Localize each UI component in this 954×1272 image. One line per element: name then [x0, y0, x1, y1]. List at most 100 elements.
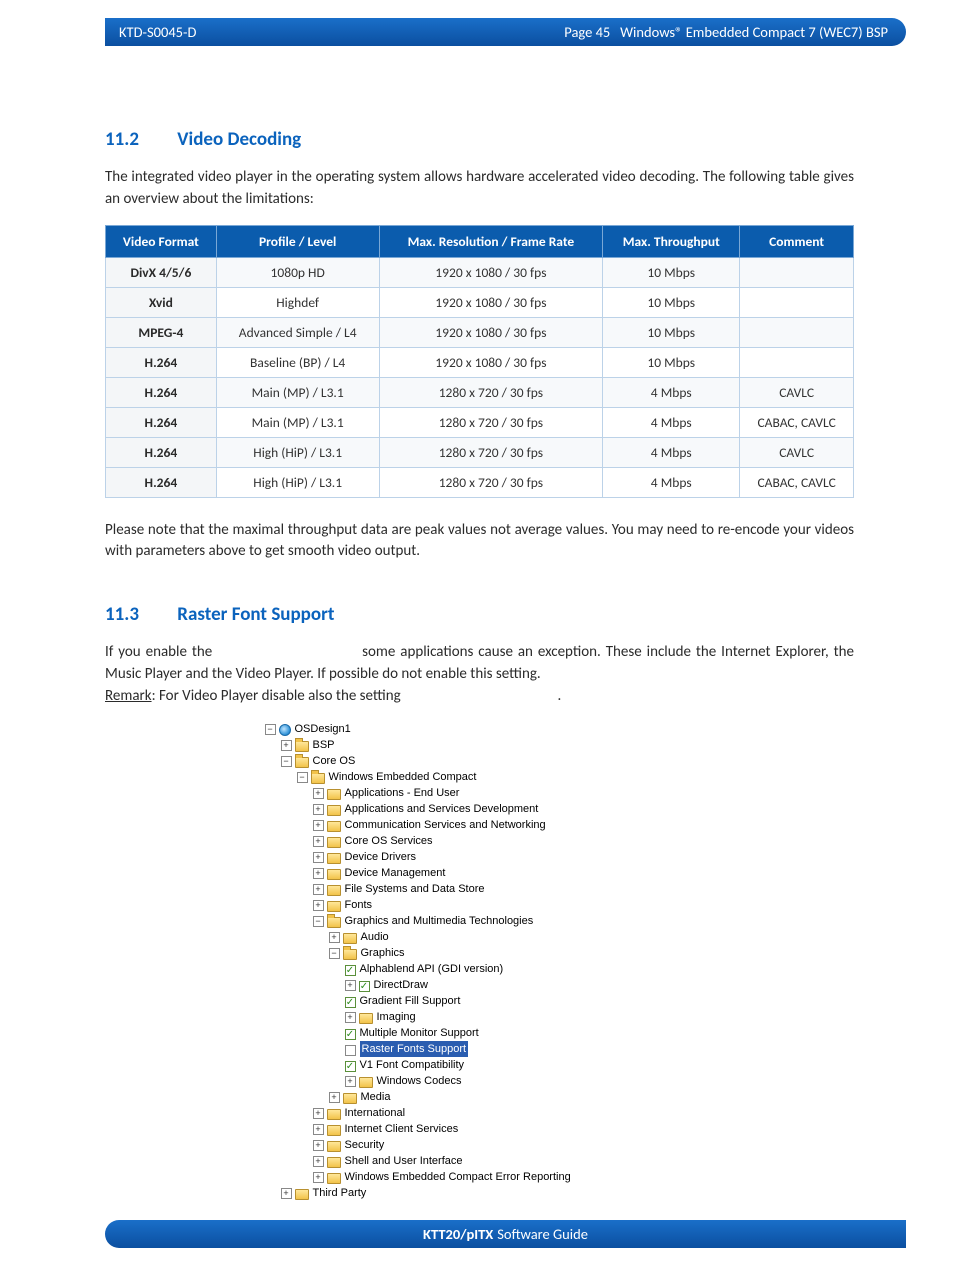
tree-root[interactable]: −OSDesign1: [265, 721, 695, 737]
th-comment: Comment: [740, 225, 854, 257]
tree-label: Device Management: [345, 865, 446, 881]
folder-icon: [327, 885, 341, 896]
tree-item[interactable]: +Shell and User Interface: [265, 1153, 695, 1169]
folder-icon: [327, 805, 341, 816]
table-cell: [740, 347, 854, 377]
tree-item[interactable]: +Windows Codecs: [265, 1073, 695, 1089]
table-cell: [740, 287, 854, 317]
table-row: H.264Baseline (BP) / L41920 x 1080 / 30 …: [106, 347, 854, 377]
table-cell: H.264: [106, 437, 217, 467]
tree-item[interactable]: +Applications - End User: [265, 785, 695, 801]
remark-label: Remark: [105, 687, 152, 705]
tree-label: Windows Embedded Compact Error Reporting: [345, 1169, 571, 1185]
tree-item[interactable]: +✓DirectDraw: [265, 977, 695, 993]
tree-item[interactable]: +Imaging: [265, 1009, 695, 1025]
tree-label: OSDesign1: [295, 721, 351, 737]
tree-item[interactable]: +Third Party: [265, 1185, 695, 1201]
video-decoding-table: Video Format Profile / Level Max. Resolu…: [105, 225, 854, 498]
folder-icon: [327, 917, 341, 928]
th-format: Video Format: [106, 225, 217, 257]
tree-item[interactable]: +Audio: [265, 929, 695, 945]
catalog-tree: −OSDesign1 +BSP −Core OS −Windows Embedd…: [265, 721, 695, 1201]
folder-icon: [295, 741, 309, 752]
table-cell: Highdef: [216, 287, 379, 317]
table-cell: H.264: [106, 347, 217, 377]
table-row: MPEG-4Advanced Simple / L41920 x 1080 / …: [106, 317, 854, 347]
tree-item[interactable]: +Fonts: [265, 897, 695, 913]
tree-label: Raster Fonts Support: [360, 1041, 469, 1057]
checkbox-icon[interactable]: ✓: [345, 1029, 356, 1040]
folder-icon: [343, 1093, 357, 1104]
tree-item[interactable]: −Core OS: [265, 753, 695, 769]
checkbox-icon[interactable]: ✓: [345, 1061, 356, 1072]
tree-label: Alphablend API (GDI version): [360, 961, 504, 977]
tree-item[interactable]: ✓ Alphablend API (GDI version): [265, 961, 695, 977]
table-cell: H.264: [106, 467, 217, 497]
tree-item[interactable]: +Device Drivers: [265, 849, 695, 865]
tree-label: Communication Services and Networking: [345, 817, 546, 833]
tree-label: Fonts: [345, 897, 373, 913]
tree-item[interactable]: −Graphics and Multimedia Technologies: [265, 913, 695, 929]
tree-label: File Systems and Data Store: [345, 881, 485, 897]
tree-item[interactable]: ✓Multiple Monitor Support: [265, 1025, 695, 1041]
table-cell: 4 Mbps: [603, 437, 740, 467]
tree-label: Gradient Fill Support: [360, 993, 461, 1009]
tree-item[interactable]: +Core OS Services: [265, 833, 695, 849]
table-row: H.264Main (MP) / L3.11280 x 720 / 30 fps…: [106, 407, 854, 437]
tree-label: Internet Client Services: [345, 1121, 459, 1137]
table-cell: MPEG-4: [106, 317, 217, 347]
checkbox-icon[interactable]: ✓: [359, 981, 370, 992]
tree-item[interactable]: +BSP: [265, 737, 695, 753]
tree-item[interactable]: ✓ Gradient Fill Support: [265, 993, 695, 1009]
table-cell: 1920 x 1080 / 30 fps: [379, 287, 603, 317]
table-cell: 10 Mbps: [603, 317, 740, 347]
tree-item[interactable]: +International: [265, 1105, 695, 1121]
section1-intro: The integrated video player in the opera…: [105, 167, 854, 211]
table-cell: Main (MP) / L3.1: [216, 407, 379, 437]
tree-item[interactable]: +Media: [265, 1089, 695, 1105]
tree-label: BSP: [313, 737, 335, 753]
tree-label: Security: [345, 1137, 385, 1153]
tree-item[interactable]: −Graphics: [265, 945, 695, 961]
checkbox-icon[interactable]: ✓: [345, 997, 356, 1008]
tree-item[interactable]: ✓V1 Font Compatibility: [265, 1057, 695, 1073]
checkbox-icon[interactable]: ✓: [345, 965, 356, 976]
checkbox-icon[interactable]: ✓: [345, 1045, 356, 1056]
tree-item[interactable]: +Internet Client Services: [265, 1121, 695, 1137]
folder-icon: [359, 1013, 373, 1024]
tree-label: Device Drivers: [345, 849, 417, 865]
tree-label: Applications and Services Development: [345, 801, 539, 817]
table-cell: CAVLC: [740, 377, 854, 407]
table-cell: H.264: [106, 377, 217, 407]
tree-label: DirectDraw: [374, 977, 428, 993]
section-heading-11-2: 11.2 Video Decoding: [105, 128, 854, 151]
tree-label: Applications - End User: [345, 785, 460, 801]
folder-icon: [311, 773, 325, 784]
table-row: H.264High (HiP) / L3.11280 x 720 / 30 fp…: [106, 437, 854, 467]
tree-item[interactable]: +Applications and Services Development: [265, 801, 695, 817]
tree-item[interactable]: +Device Management: [265, 865, 695, 881]
section-title: Video Decoding: [177, 128, 301, 151]
tree-label: Audio: [361, 929, 389, 945]
table-cell: 4 Mbps: [603, 467, 740, 497]
folder-icon: [327, 1173, 341, 1184]
tree-item[interactable]: +File Systems and Data Store: [265, 881, 695, 897]
tree-item[interactable]: +Security: [265, 1137, 695, 1153]
tree-label: Core OS Services: [345, 833, 433, 849]
tree-item[interactable]: −Windows Embedded Compact: [265, 769, 695, 785]
table-cell: [740, 317, 854, 347]
table-cell: CAVLC: [740, 437, 854, 467]
table-cell: Main (MP) / L3.1: [216, 377, 379, 407]
folder-icon: [343, 933, 357, 944]
tree-item[interactable]: +Windows Embedded Compact Error Reportin…: [265, 1169, 695, 1185]
tree-item[interactable]: +Communication Services and Networking: [265, 817, 695, 833]
section-title: Raster Font Support: [177, 603, 334, 626]
text: If you enable the: [105, 643, 217, 661]
table-cell: CABAC, CAVLC: [740, 467, 854, 497]
tree-item-selected[interactable]: ✓ Raster Fonts Support: [265, 1041, 695, 1057]
tree-label: Imaging: [377, 1009, 416, 1025]
section2-para: If you enable the some applications caus…: [105, 642, 854, 707]
folder-icon: [327, 1125, 341, 1136]
tree-label: Shell and User Interface: [345, 1153, 463, 1169]
folder-icon: [327, 837, 341, 848]
